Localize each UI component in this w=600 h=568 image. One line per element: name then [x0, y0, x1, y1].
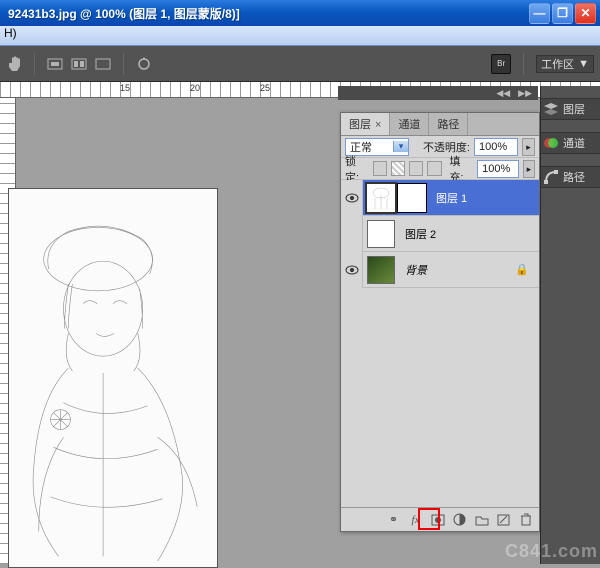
chevron-down-icon: ▾ [393, 141, 408, 152]
window-title: 92431b3.jpg @ 100% (图层 1, 图层蒙版/8)] [4, 5, 529, 22]
layer-thumbnail[interactable] [367, 256, 395, 284]
collapse-left-icon[interactable]: ◀◀ [496, 88, 510, 99]
fit-screen-icon[interactable] [47, 56, 63, 72]
lock-all-icon[interactable] [427, 161, 441, 176]
layer-row[interactable]: 图层 2 [341, 216, 539, 252]
watermark: C841.com [505, 541, 598, 562]
visibility-toggle[interactable] [341, 216, 363, 252]
layer-row[interactable]: 背景 🔒 [341, 252, 539, 288]
lock-image-icon[interactable] [391, 161, 405, 176]
layer-list: 图层 1 图层 2 背景 🔒 [341, 180, 539, 507]
panel-collapse-bar[interactable]: ◀◀ ▶▶ [338, 86, 538, 100]
hand-tool-icon[interactable] [6, 56, 22, 72]
lock-transparent-icon[interactable] [373, 161, 387, 176]
tab-layers[interactable]: 图层× [341, 113, 390, 135]
fill-slider-button[interactable]: ▸ [523, 160, 535, 178]
layer-thumbnail[interactable] [367, 184, 395, 212]
workspace-dropdown[interactable]: 工作区 ▼ [536, 55, 594, 73]
collapse-right-icon[interactable]: ▶▶ [518, 88, 532, 99]
opacity-slider-button[interactable]: ▸ [522, 138, 535, 156]
chevron-down-icon: ▼ [578, 58, 589, 70]
window-minimize-button[interactable]: — [529, 3, 550, 24]
workspace-label: 工作区 [541, 56, 574, 72]
actual-pixels-icon[interactable] [71, 56, 87, 72]
rotate-view-icon[interactable] [136, 56, 152, 72]
tab-channels[interactable]: 通道 [390, 113, 429, 135]
opacity-input[interactable]: 100% [474, 138, 518, 156]
print-size-icon[interactable] [95, 56, 111, 72]
panel-bottom-toolbar: ⚭ fx [341, 507, 539, 531]
highlight-annotation [418, 508, 440, 530]
window-close-button[interactable]: ✕ [575, 3, 596, 24]
dock-tab-paths[interactable]: 路径 [541, 166, 600, 188]
blend-row: 正常 ▾ 不透明度: 100% ▸ [341, 136, 539, 158]
window-maximize-button[interactable]: ❐ [552, 3, 573, 24]
lock-row: 锁定: 填充: 100% ▸ [341, 158, 539, 180]
adjustment-layer-icon[interactable] [452, 513, 467, 527]
layer-mask-thumbnail[interactable] [398, 184, 426, 212]
document-image [8, 188, 218, 568]
menu-item[interactable]: H) [4, 26, 17, 40]
lock-position-icon[interactable] [409, 161, 423, 176]
bridge-button[interactable]: Br [491, 54, 511, 74]
window-titlebar: 92431b3.jpg @ 100% (图层 1, 图层蒙版/8)] — ❐ ✕ [0, 0, 600, 26]
options-bar: Br 工作区 ▼ [0, 46, 600, 82]
delete-layer-icon[interactable] [518, 513, 533, 527]
new-layer-icon[interactable] [496, 513, 511, 527]
dock-tab-channels[interactable]: 通道 [541, 132, 600, 154]
layer-thumbnail[interactable] [367, 220, 395, 248]
tab-paths[interactable]: 路径 [429, 113, 468, 135]
layer-name[interactable]: 图层 1 [430, 190, 467, 206]
right-panel-dock: 图层 通道 路径 [540, 86, 600, 564]
new-group-icon[interactable] [474, 513, 489, 527]
dock-tab-layers[interactable]: 图层 [541, 98, 600, 120]
fill-input[interactable]: 100% [477, 160, 519, 178]
visibility-toggle[interactable] [341, 180, 363, 216]
link-layers-icon[interactable]: ⚭ [386, 513, 401, 527]
close-icon[interactable]: × [375, 119, 381, 131]
channels-icon [543, 135, 559, 151]
layer-name[interactable]: 图层 2 [399, 226, 436, 242]
layer-name[interactable]: 背景 [399, 262, 427, 278]
layers-icon [543, 101, 559, 117]
layers-panel: 图层× 通道 路径 正常 ▾ 不透明度: 100% ▸ 锁定: 填充: 100%… [340, 112, 540, 532]
paths-icon [543, 169, 559, 185]
visibility-toggle[interactable] [341, 252, 363, 288]
layer-row[interactable]: 图层 1 [341, 180, 539, 216]
lock-icon: 🔒 [515, 263, 529, 276]
menu-bar[interactable]: H) [0, 26, 600, 46]
panel-tabs: 图层× 通道 路径 [341, 113, 539, 136]
